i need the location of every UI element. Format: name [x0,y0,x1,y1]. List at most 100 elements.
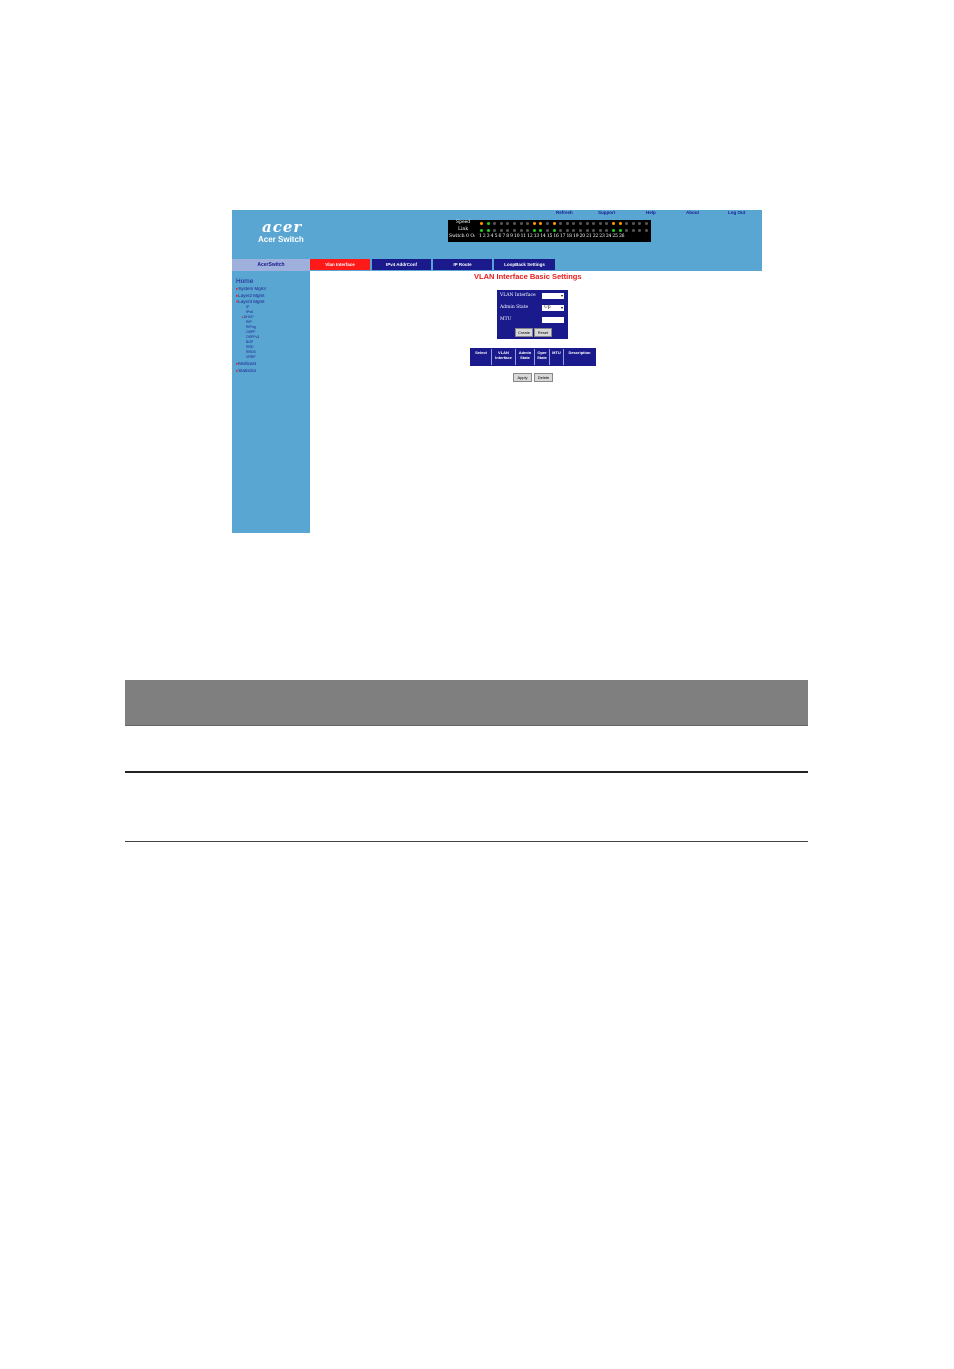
top-links: Refresh Support Help About Log Out [550,210,762,217]
port-led-icon [532,222,536,225]
screenshot-window: acer Acer Switch Refresh Support Help Ab… [232,210,762,533]
link-label: Link [458,227,469,232]
admin-state-label: Admin State [500,305,529,310]
table-rule [125,771,808,773]
chevron-down-icon: ▾ [560,293,563,298]
sidebar-subitem-ipv6[interactable]: IPv6 [246,310,253,314]
port-led-icon [552,229,556,232]
port-led-icon [519,222,523,225]
port-led-icon [612,229,615,232]
document-table-header [125,680,808,725]
switch-label: Switch 0 O: [449,234,476,239]
port-led-icon [579,229,582,232]
sidebar-item-multicast[interactable]: ▸Multicast [236,361,256,367]
acer-logo: acer [262,218,303,236]
sidebar-item-system-mgmt[interactable]: ▸System Mgmt [236,286,266,292]
create-button[interactable]: Create [515,328,533,337]
product-name: Acer Switch [258,235,304,244]
table-header-admin-state: Admin State [518,350,532,360]
table-rule [125,841,808,842]
sidebar-item-label: Statistics [238,368,257,373]
mtu-input[interactable] [542,317,564,323]
sidebar-subitem-ospf[interactable]: OSPF [246,330,256,334]
vlan-interface-label: VLAN Interface [500,293,536,298]
sidebar-item-statistics[interactable]: ▸Statistics [236,368,256,374]
sidebar-subitem-bgp[interactable]: BGP [246,340,253,344]
table-actions: Apply Delete [513,373,553,382]
port-led-icon [480,229,483,232]
logout-link[interactable]: Log Out [728,210,745,215]
port-led-icon [612,222,615,225]
table-header-select: Select [475,350,487,355]
table-header-vlan-interface: VLAN Interface [495,350,512,360]
port-led-icon [513,229,516,232]
port-led-icon [645,229,648,232]
apply-button[interactable]: Apply [513,373,532,382]
sidebar: AcerSwitch Home ▸System Mgmt ▸Layer2 Mgm… [232,259,310,533]
tab-loopback-settings[interactable]: LoopBack Settings [494,259,555,270]
sidebar-subitem-ip[interactable]: IP [246,305,249,309]
support-link[interactable]: Support [598,210,615,215]
sidebar-subitem-rip[interactable]: RIP [246,320,252,324]
help-link[interactable]: Help [646,210,656,215]
sidebar-item-label: Layer2 Mgmt [238,293,265,298]
port-numbers: 1 2 3 4 5 6 7 8 9 10 11 12 13 14 15 16 1… [479,234,625,239]
port-led-icon [480,222,483,225]
port-led-icon [579,222,582,225]
port-led-icon [598,229,602,232]
chevron-down-icon: ▾ [560,305,563,310]
vlan-settings-form: VLAN Interface ▾ Admin State Up ▾ MTU Cr… [497,290,568,339]
tab-vlan-interface[interactable]: Vlan Interface [310,259,370,270]
admin-state-value: Up [544,305,551,310]
sidebar-subitem-vrrp[interactable]: VRRP [246,355,256,359]
port-led-icon [546,222,549,225]
table-rule [125,725,808,726]
port-led-icon [513,222,516,225]
port-led-icon [631,222,635,225]
port-led-icon [532,229,536,232]
port-led-icon [585,222,589,225]
about-link[interactable]: About [686,210,699,215]
reset-button[interactable]: Reset [534,328,552,337]
port-led-icon [585,229,589,232]
page-title: VLAN Interface Basic Settings [474,272,582,281]
port-led-icon [499,229,503,232]
sidebar-subitem-dhcp[interactable]: ▸DHCP [242,315,254,319]
tab-ipv4-addrconf[interactable]: IPv4 AddrConf [372,259,431,270]
sidebar-subitem-ripng[interactable]: RIPng [246,325,256,329]
port-led-icon [565,222,569,225]
port-led-icon [486,229,490,232]
sidebar-item-home[interactable]: Home [236,278,253,285]
tab-bar: Vlan Interface IPv4 AddrConf IP Route Lo… [310,259,555,270]
vlan-interface-table: Select VLAN Interface Admin State Oper Stat… [470,348,596,366]
port-led-icon [499,222,503,225]
sidebar-item-label: Multicast [238,361,257,366]
sidebar-subitem-rrd6[interactable]: RRD6 [246,350,256,354]
port-led-icon [486,222,490,225]
table-header-oper-state: Oper State [537,350,547,360]
sidebar-item-label: DHCP [243,315,254,319]
port-led-icon [618,229,622,232]
mtu-label: MTU [500,317,512,322]
sidebar-item-layer3-mgmt[interactable]: ▾Layer3 Mgmt [236,299,265,305]
port-led-icon [618,222,622,225]
port-led-icon [565,229,569,232]
port-led-icon [631,229,635,232]
document-table [125,680,808,842]
speed-label: Speed [456,220,471,225]
admin-state-select[interactable]: Up ▾ [542,305,564,311]
tab-ip-route[interactable]: IP Route [433,259,492,270]
vlan-interface-select[interactable]: ▾ [542,293,564,299]
delete-button[interactable]: Delete [534,373,553,382]
sidebar-subitem-ospfv3[interactable]: OSPFv3 [246,335,259,339]
port-led-icon [645,222,648,225]
sidebar-item-label: System Mgmt [238,286,266,291]
port-led-icon [519,229,523,232]
port-led-icon [546,229,549,232]
sidebar-title: AcerSwitch [232,259,310,271]
port-led-icon [552,222,556,225]
port-status-panel: Speed Link Switch 0 O: 1 2 3 4 5 6 7 8 9… [448,220,651,242]
port-led-icon [598,222,602,225]
refresh-link[interactable]: Refresh [556,210,573,215]
sidebar-subitem-rrd[interactable]: RRD [246,345,254,349]
